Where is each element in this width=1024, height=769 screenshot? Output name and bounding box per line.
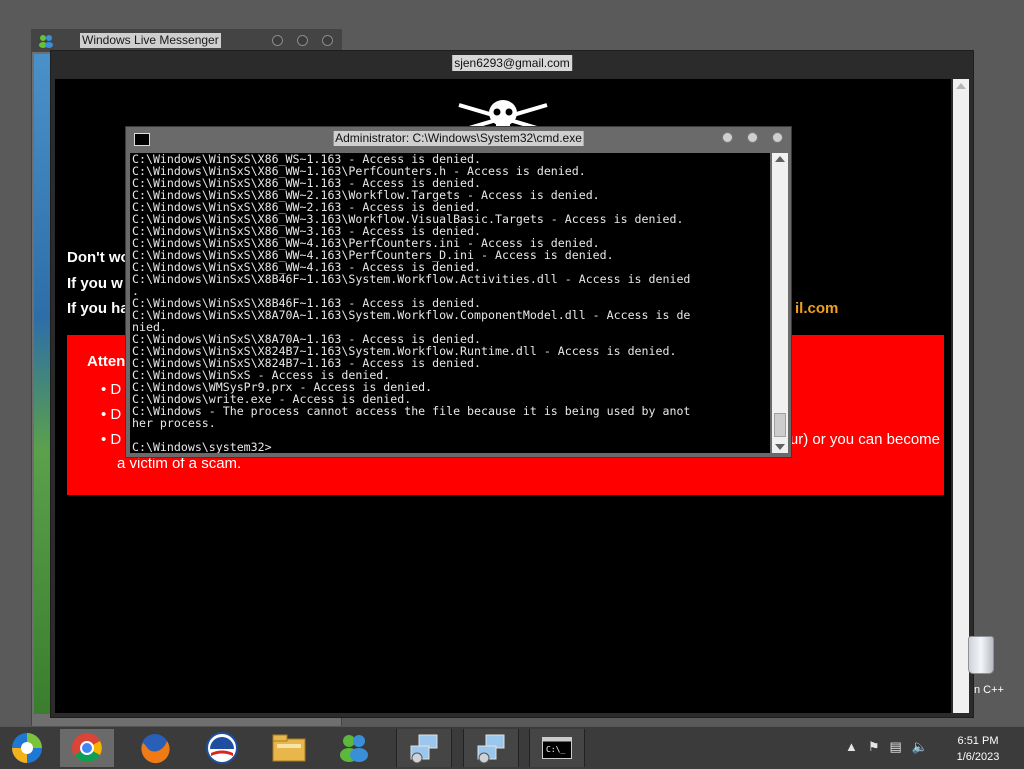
scam-page-scrollbar[interactable] — [953, 79, 969, 713]
taskbar-command-prompt[interactable]: C:\_ — [529, 729, 585, 767]
desktop-icon-label: n C++ — [974, 684, 1004, 696]
close-button[interactable] — [772, 132, 783, 143]
taskbar: C:\_ ▲ ⚑ ▤ 🔈 6:51 PM 1/6/2023 — [0, 726, 1024, 769]
command-prompt-icon: C:\_ — [542, 737, 572, 759]
chrome-icon — [72, 733, 102, 763]
firefox-icon — [141, 734, 170, 764]
show-hidden-icons-icon[interactable]: ▲ — [845, 739, 858, 755]
recycle-bin-icon — [968, 636, 994, 674]
scroll-thumb[interactable] — [774, 413, 786, 437]
desktop-icon-recycle-bin[interactable]: n C++ — [960, 632, 1020, 702]
svg-text:C:\_: C:\_ — [546, 745, 565, 754]
messenger-title: Windows Live Messenger — [80, 33, 221, 48]
action-center-flag-icon[interactable]: ⚑ — [868, 739, 880, 755]
cmd-titlebar[interactable]: Administrator: C:\Windows\System32\cmd.e… — [126, 127, 791, 151]
attention-heading: Atten — [87, 353, 126, 370]
taskbar-messenger[interactable] — [327, 729, 381, 767]
contact-email-fragment[interactable]: il.com — [795, 300, 838, 317]
network-icon[interactable]: ▤ — [890, 739, 902, 755]
messenger-icon — [340, 735, 368, 762]
network-setup-icon — [477, 734, 505, 764]
cmd-title: Administrator: C:\Windows\System32\cmd.e… — [333, 131, 584, 146]
clock-time: 6:51 PM — [957, 735, 999, 747]
attention-bullet-3: • D — [101, 431, 122, 448]
volume-icon[interactable]: 🔈 — [912, 739, 928, 755]
minimize-button[interactable] — [272, 35, 283, 46]
taskbar-media-center[interactable] — [0, 729, 54, 767]
attention-text-fragment: ur) or you can become — [789, 431, 940, 448]
taskbar-network-setup-2[interactable] — [463, 729, 519, 767]
warning-line-1: Don't wo — [67, 249, 130, 266]
taskbar-file-explorer[interactable] — [262, 729, 316, 767]
console-text: C:\Windows\WinSxS\X86_WS~1.163 - Access … — [132, 153, 691, 453]
cmd-scrollbar[interactable] — [772, 153, 788, 453]
close-button[interactable] — [322, 35, 333, 46]
messenger-icon — [39, 35, 53, 48]
taskbar-chrome[interactable] — [60, 729, 114, 767]
file-explorer-icon — [272, 734, 306, 762]
system-tray: ▲ ⚑ ▤ 🔈 — [845, 739, 928, 755]
scroll-up-icon[interactable] — [775, 156, 785, 162]
attention-bullet-1: • D — [101, 381, 122, 398]
maximize-button[interactable] — [747, 132, 758, 143]
maximize-button[interactable] — [297, 35, 308, 46]
scam-page-title: sjen6293@gmail.com — [452, 55, 572, 71]
attention-bullet-2: • D — [101, 406, 122, 423]
command-prompt-icon — [134, 133, 150, 146]
messenger-titlebar[interactable]: Windows Live Messenger — [32, 30, 341, 52]
media-center-icon — [12, 733, 42, 763]
taskbar-firefox[interactable] — [128, 729, 182, 767]
taskbar-obama-app[interactable] — [195, 729, 249, 767]
network-setup-icon — [410, 734, 438, 764]
scam-page-titlebar[interactable]: sjen6293@gmail.com — [51, 51, 973, 77]
warning-line-3: If you ha — [67, 300, 129, 317]
cmd-window[interactable]: Administrator: C:\Windows\System32\cmd.e… — [125, 126, 792, 458]
scroll-up-icon[interactable] — [956, 83, 966, 89]
taskbar-clock[interactable]: 6:51 PM 1/6/2023 — [940, 733, 1016, 765]
cmd-console-output[interactable]: C:\Windows\WinSxS\X86_WS~1.163 - Access … — [130, 153, 770, 453]
scroll-down-icon[interactable] — [775, 444, 785, 450]
taskbar-network-setup-1[interactable] — [396, 729, 452, 767]
obama-logo-icon — [206, 732, 238, 764]
minimize-button[interactable] — [722, 132, 733, 143]
warning-line-2: If you w — [67, 275, 123, 292]
clock-date: 1/6/2023 — [956, 751, 1000, 763]
